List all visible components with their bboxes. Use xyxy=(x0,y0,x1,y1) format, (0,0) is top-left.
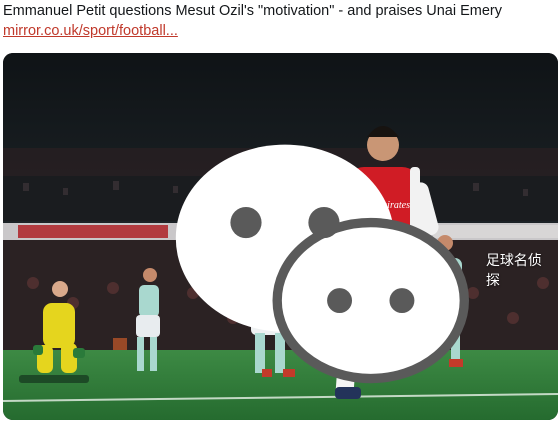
watermark-text: 足球名侦探 xyxy=(485,252,542,289)
article-photo[interactable]: 5 Fly Emirates 10 xyxy=(3,53,558,420)
wechat-icon xyxy=(175,144,469,384)
article-link[interactable]: mirror.co.uk/sport/football... xyxy=(3,22,178,40)
tweet-headline: Emmanuel Petit questions Mesut Ozil's "m… xyxy=(3,3,503,19)
watermark: 足球名侦探 xyxy=(168,129,544,410)
